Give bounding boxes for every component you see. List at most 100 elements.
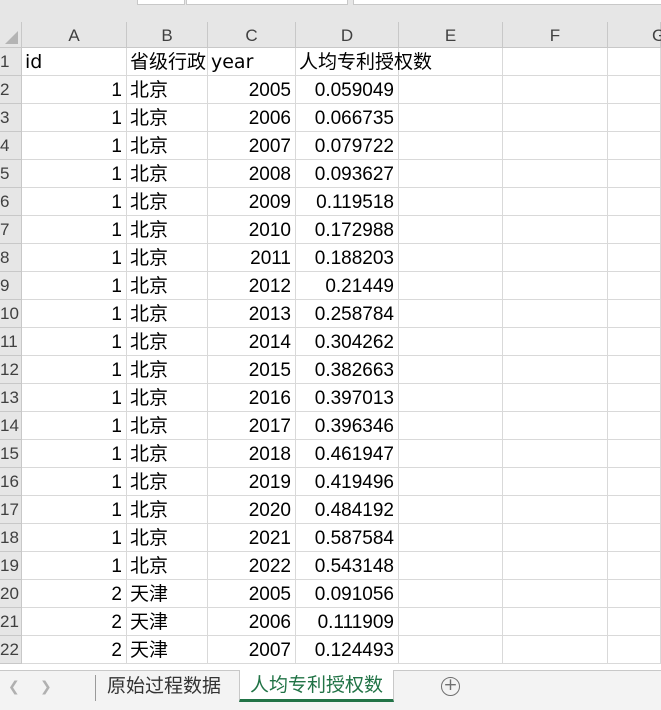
- data-cell[interactable]: 北京: [127, 272, 208, 300]
- row-header[interactable]: 18: [0, 524, 22, 552]
- empty-cell[interactable]: [503, 468, 608, 496]
- row-header[interactable]: 20: [0, 580, 22, 608]
- data-cell[interactable]: 1: [22, 412, 127, 440]
- empty-cell[interactable]: [503, 48, 608, 76]
- data-cell[interactable]: 2021: [208, 524, 296, 552]
- header-cell[interactable]: 人均专利授权数: [296, 48, 432, 76]
- empty-cell[interactable]: [399, 76, 503, 104]
- data-cell[interactable]: 北京: [127, 188, 208, 216]
- empty-cell[interactable]: [608, 356, 661, 384]
- empty-cell[interactable]: [399, 636, 503, 664]
- data-cell[interactable]: 2007: [208, 636, 296, 664]
- row-header[interactable]: 17: [0, 496, 22, 524]
- column-header-f[interactable]: F: [503, 22, 608, 48]
- chevron-left-icon[interactable]: ❮: [8, 679, 20, 695]
- empty-cell[interactable]: [503, 76, 608, 104]
- empty-cell[interactable]: [608, 580, 661, 608]
- sheet-tab-original-data[interactable]: 原始过程数据: [97, 671, 231, 701]
- empty-cell[interactable]: [503, 244, 608, 272]
- empty-cell[interactable]: [399, 300, 503, 328]
- data-cell[interactable]: 北京: [127, 300, 208, 328]
- data-cell[interactable]: 0.543148: [296, 552, 399, 580]
- empty-cell[interactable]: [399, 272, 503, 300]
- data-cell[interactable]: 2022: [208, 552, 296, 580]
- row-header[interactable]: 14: [0, 412, 22, 440]
- empty-cell[interactable]: [399, 244, 503, 272]
- row-header[interactable]: 4: [0, 132, 22, 160]
- data-cell[interactable]: 2006: [208, 104, 296, 132]
- column-header-g[interactable]: G: [608, 22, 661, 48]
- column-header-d[interactable]: D: [296, 22, 399, 48]
- data-cell[interactable]: 天津: [127, 580, 208, 608]
- row-header[interactable]: 6: [0, 188, 22, 216]
- empty-cell[interactable]: [503, 104, 608, 132]
- data-cell[interactable]: 2015: [208, 356, 296, 384]
- data-cell[interactable]: 北京: [127, 132, 208, 160]
- data-cell[interactable]: 2005: [208, 580, 296, 608]
- row-header[interactable]: 7: [0, 216, 22, 244]
- data-cell[interactable]: 0.304262: [296, 328, 399, 356]
- chevron-right-icon[interactable]: ❯: [40, 679, 52, 695]
- empty-cell[interactable]: [608, 104, 661, 132]
- empty-cell[interactable]: [399, 132, 503, 160]
- data-cell[interactable]: 1: [22, 496, 127, 524]
- empty-cell[interactable]: [399, 468, 503, 496]
- empty-cell[interactable]: [608, 132, 661, 160]
- data-cell[interactable]: 2: [22, 580, 127, 608]
- empty-cell[interactable]: [503, 608, 608, 636]
- data-cell[interactable]: 1: [22, 272, 127, 300]
- row-header[interactable]: 15: [0, 440, 22, 468]
- data-cell[interactable]: 1: [22, 440, 127, 468]
- row-header[interactable]: 10: [0, 300, 22, 328]
- data-cell[interactable]: 0.059049: [296, 76, 399, 104]
- empty-cell[interactable]: [503, 440, 608, 468]
- data-cell[interactable]: 1: [22, 216, 127, 244]
- empty-cell[interactable]: [608, 300, 661, 328]
- data-cell[interactable]: 1: [22, 132, 127, 160]
- data-cell[interactable]: 2012: [208, 272, 296, 300]
- empty-cell[interactable]: [503, 356, 608, 384]
- data-cell[interactable]: 0.111909: [296, 608, 399, 636]
- header-cell[interactable]: year: [208, 48, 296, 76]
- empty-cell[interactable]: [399, 356, 503, 384]
- data-cell[interactable]: 0.397013: [296, 384, 399, 412]
- data-cell[interactable]: 2007: [208, 132, 296, 160]
- header-cell[interactable]: 省级行政: [127, 48, 208, 76]
- empty-cell[interactable]: [608, 272, 661, 300]
- data-cell[interactable]: 2008: [208, 160, 296, 188]
- data-cell[interactable]: 1: [22, 300, 127, 328]
- data-cell[interactable]: 1: [22, 384, 127, 412]
- data-cell[interactable]: 1: [22, 188, 127, 216]
- empty-cell[interactable]: [399, 188, 503, 216]
- empty-cell[interactable]: [608, 524, 661, 552]
- row-header[interactable]: 1: [0, 48, 22, 76]
- empty-cell[interactable]: [399, 440, 503, 468]
- empty-cell[interactable]: [503, 132, 608, 160]
- empty-cell[interactable]: [503, 216, 608, 244]
- data-cell[interactable]: 北京: [127, 160, 208, 188]
- empty-cell[interactable]: [503, 160, 608, 188]
- empty-cell[interactable]: [608, 468, 661, 496]
- data-cell[interactable]: 2014: [208, 328, 296, 356]
- empty-cell[interactable]: [503, 300, 608, 328]
- data-cell[interactable]: 2017: [208, 412, 296, 440]
- data-cell[interactable]: 0.093627: [296, 160, 399, 188]
- empty-cell[interactable]: [399, 608, 503, 636]
- data-cell[interactable]: 0.484192: [296, 496, 399, 524]
- data-cell[interactable]: 北京: [127, 524, 208, 552]
- empty-cell[interactable]: [608, 76, 661, 104]
- data-cell[interactable]: 0.124493: [296, 636, 399, 664]
- data-cell[interactable]: 0.396346: [296, 412, 399, 440]
- empty-cell[interactable]: [503, 384, 608, 412]
- data-cell[interactable]: 0.091056: [296, 580, 399, 608]
- empty-cell[interactable]: [503, 636, 608, 664]
- data-cell[interactable]: 北京: [127, 384, 208, 412]
- data-cell[interactable]: 1: [22, 468, 127, 496]
- empty-cell[interactable]: [608, 244, 661, 272]
- data-cell[interactable]: 0.066735: [296, 104, 399, 132]
- data-cell[interactable]: 北京: [127, 440, 208, 468]
- data-cell[interactable]: 2: [22, 636, 127, 664]
- data-cell[interactable]: 2005: [208, 76, 296, 104]
- data-cell[interactable]: 2: [22, 608, 127, 636]
- data-cell[interactable]: 1: [22, 524, 127, 552]
